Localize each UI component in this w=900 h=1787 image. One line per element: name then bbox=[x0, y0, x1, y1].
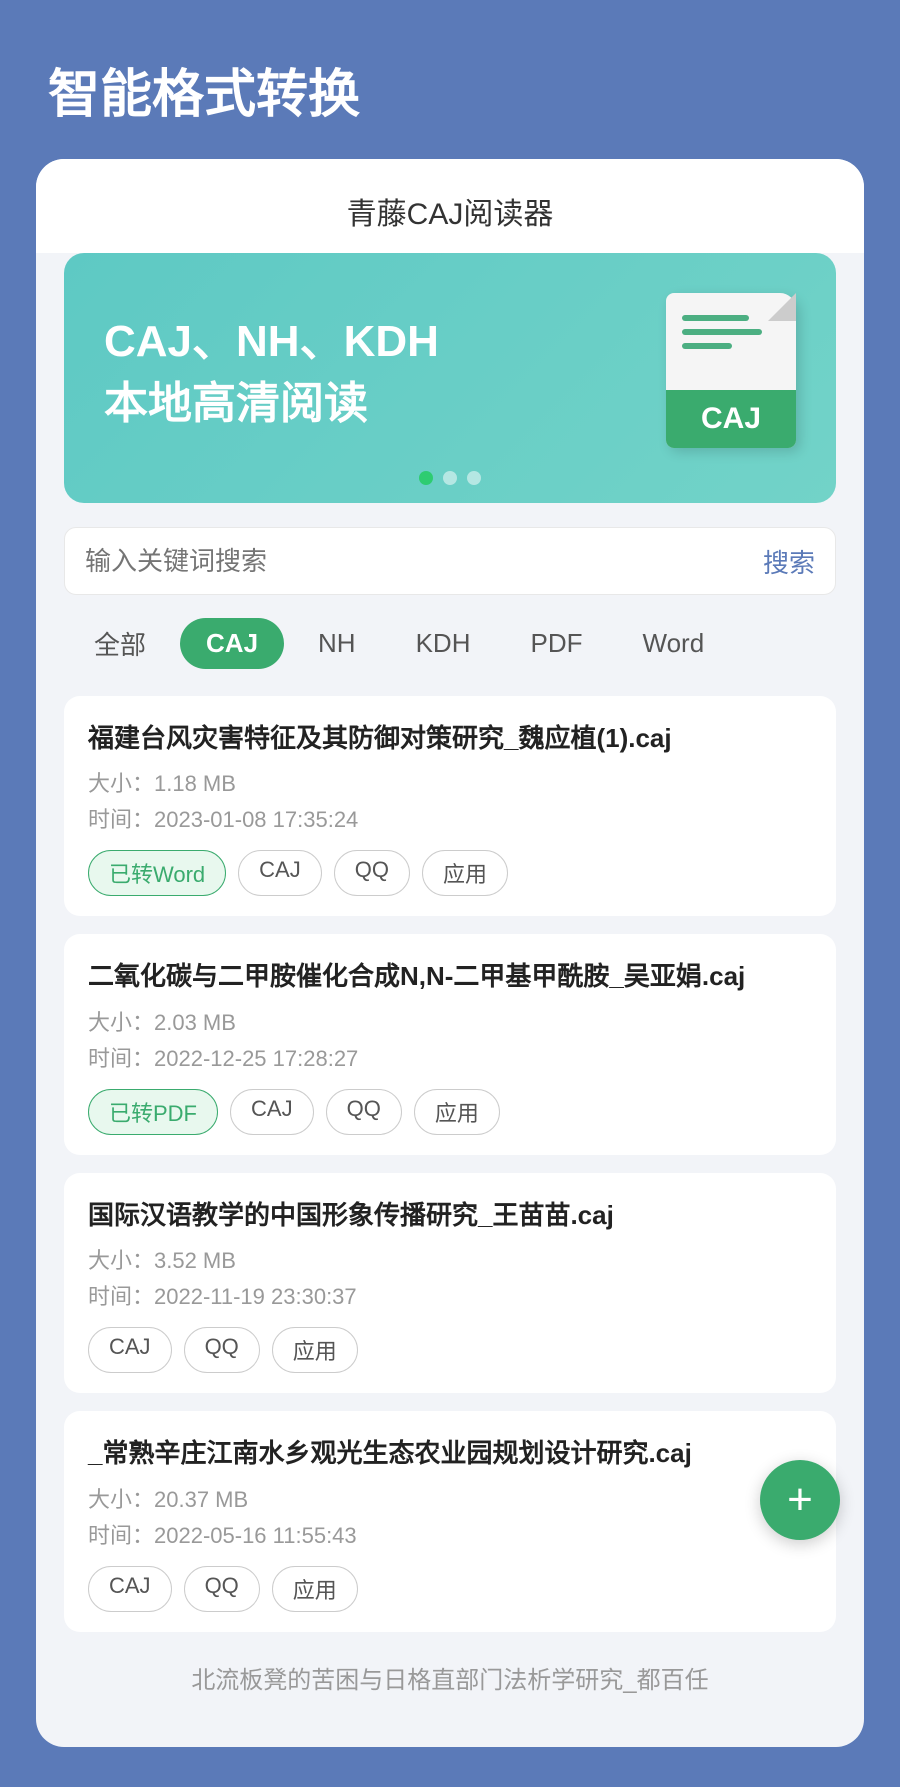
banner: CAJ、NH、KDH 本地高清阅读 CAJ bbox=[64, 253, 836, 503]
search-bar: 搜索 bbox=[64, 527, 836, 595]
tag-caj[interactable]: CAJ bbox=[238, 850, 322, 896]
search-input[interactable] bbox=[85, 546, 763, 577]
tag-app[interactable]: 应用 bbox=[272, 1327, 358, 1373]
banner-line2: 本地高清阅读 bbox=[104, 373, 646, 435]
tag-converted-word[interactable]: 已转Word bbox=[88, 850, 226, 896]
file-size: 大小：2.03 MB bbox=[88, 1005, 812, 1037]
file-time: 时间：2022-11-19 23:30:37 bbox=[88, 1279, 812, 1311]
file-name: 二氧化碳与二甲胺催化合成N,N-二甲基甲酰胺_吴亚娟.caj bbox=[88, 958, 812, 994]
list-item[interactable]: _常熟辛庄江南水乡观光生态农业园规划设计研究.caj 大小：20.37 MB 时… bbox=[64, 1411, 836, 1631]
tab-caj[interactable]: CAJ bbox=[180, 618, 284, 669]
file-time: 时间：2022-05-16 11:55:43 bbox=[88, 1518, 812, 1550]
tag-caj[interactable]: CAJ bbox=[88, 1327, 172, 1373]
tab-word[interactable]: Word bbox=[617, 618, 731, 669]
banner-dots bbox=[419, 471, 481, 485]
tab-kdh[interactable]: KDH bbox=[390, 618, 497, 669]
file-name: 国际汉语教学的中国形象传播研究_王苗苗.caj bbox=[88, 1197, 812, 1233]
list-item[interactable]: 福建台风灾害特征及其防御对策研究_魏应植(1).caj 大小：1.18 MB 时… bbox=[64, 696, 836, 916]
file-tags: CAJ QQ 应用 bbox=[88, 1327, 812, 1373]
tag-converted-pdf[interactable]: 已转PDF bbox=[88, 1089, 218, 1135]
tag-caj[interactable]: CAJ bbox=[88, 1566, 172, 1612]
file-size: 大小：20.37 MB bbox=[88, 1482, 812, 1514]
file-tags: 已转PDF CAJ QQ 应用 bbox=[88, 1089, 812, 1135]
tag-qq[interactable]: QQ bbox=[184, 1327, 260, 1373]
tab-all[interactable]: 全部 bbox=[68, 615, 172, 672]
file-time: 时间：2023-01-08 17:35:24 bbox=[88, 802, 812, 834]
dot-1 bbox=[419, 471, 433, 485]
file-time: 时间：2022-12-25 17:28:27 bbox=[88, 1041, 812, 1073]
page-title: 智能格式转换 bbox=[0, 0, 900, 159]
dot-2 bbox=[443, 471, 457, 485]
app-name: 青藤CAJ阅读器 bbox=[36, 159, 864, 253]
tag-qq[interactable]: QQ bbox=[326, 1089, 402, 1135]
file-tags: CAJ QQ 应用 bbox=[88, 1566, 812, 1612]
file-list: 福建台风灾害特征及其防御对策研究_魏应植(1).caj 大小：1.18 MB 时… bbox=[64, 696, 836, 1715]
file-name: _常熟辛庄江南水乡观光生态农业园规划设计研究.caj bbox=[88, 1435, 812, 1471]
list-item[interactable]: 国际汉语教学的中国形象传播研究_王苗苗.caj 大小：3.52 MB 时间：20… bbox=[64, 1173, 836, 1393]
tag-app[interactable]: 应用 bbox=[422, 850, 508, 896]
file-name: 福建台风灾害特征及其防御对策研究_魏应植(1).caj bbox=[88, 720, 812, 756]
tab-nh[interactable]: NH bbox=[292, 618, 382, 669]
tag-qq[interactable]: QQ bbox=[334, 850, 410, 896]
filter-tabs: 全部 CAJ NH KDH PDF Word bbox=[64, 615, 836, 672]
caj-label: CAJ bbox=[666, 390, 796, 448]
banner-file-icon: CAJ bbox=[666, 293, 806, 453]
dot-3 bbox=[467, 471, 481, 485]
app-card: 青藤CAJ阅读器 CAJ、NH、KDH 本地高清阅读 CAJ bbox=[36, 159, 864, 1747]
tab-pdf[interactable]: PDF bbox=[505, 618, 609, 669]
tag-caj[interactable]: CAJ bbox=[230, 1089, 314, 1135]
file-size: 大小：1.18 MB bbox=[88, 766, 812, 798]
tag-app[interactable]: 应用 bbox=[414, 1089, 500, 1135]
search-button[interactable]: 搜索 bbox=[763, 543, 815, 580]
file-size: 大小：3.52 MB bbox=[88, 1243, 812, 1275]
add-button[interactable]: + bbox=[760, 1460, 840, 1540]
list-item[interactable]: 二氧化碳与二甲胺催化合成N,N-二甲基甲酰胺_吴亚娟.caj 大小：2.03 M… bbox=[64, 934, 836, 1154]
bottom-hint: 北流板凳的苦困与日格直部门法析学研究_都百任 bbox=[64, 1650, 836, 1715]
banner-line1: CAJ、NH、KDH bbox=[104, 311, 646, 373]
file-tags: 已转Word CAJ QQ 应用 bbox=[88, 850, 812, 896]
tag-app[interactable]: 应用 bbox=[272, 1566, 358, 1612]
tag-qq[interactable]: QQ bbox=[184, 1566, 260, 1612]
banner-text: CAJ、NH、KDH 本地高清阅读 bbox=[104, 311, 646, 434]
